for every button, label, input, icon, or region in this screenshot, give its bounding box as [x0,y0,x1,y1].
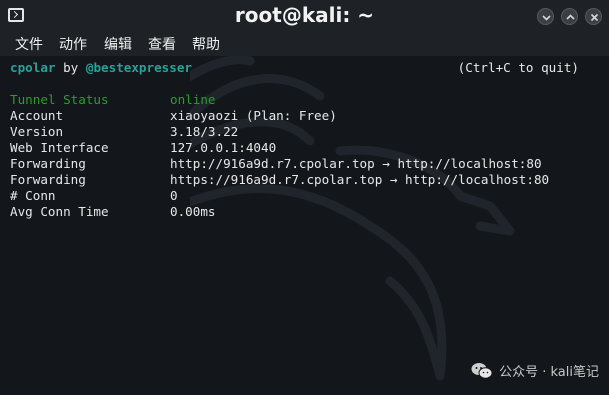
row-value: 0.00ms [170,204,216,219]
author-handle: @bestexpresser [85,60,193,75]
kali-dragon-watermark-icon [190,56,515,381]
row-value: 0 [170,188,178,203]
wechat-icon [471,362,493,379]
close-button[interactable] [585,8,602,25]
menu-view[interactable]: 查看 [148,34,176,54]
row-value: http://916a9d.r7.cpolar.top → http://loc… [170,156,542,171]
maximize-button[interactable] [561,8,578,25]
chevron-down-icon [542,15,551,21]
row-value: 127.0.0.1:4040 [170,140,277,155]
menu-help[interactable]: 帮助 [192,34,220,54]
menu-bar: 文件 动作 编辑 查看 帮助 [0,32,609,56]
row-label: Forwarding [10,156,86,171]
tunnel-status-value: online [170,92,216,107]
header-line: cpolar by @bestexpresser [10,60,192,75]
by-text: by [63,60,79,75]
quit-hint: (Ctrl+C to quit) [457,60,579,75]
row-label: # Conn [10,188,56,203]
close-icon [590,13,599,22]
row-value: xiaoyaozi (Plan: Free) [170,108,337,123]
row-value: https://916a9d.r7.cpolar.top → http://lo… [170,172,550,187]
title-bar: root@kali: ~ [0,0,609,32]
app-name: cpolar [10,60,56,75]
row-label: Web Interface [10,140,109,155]
menu-file[interactable]: 文件 [15,34,43,54]
row-value: 3.18/3.22 [170,124,239,139]
menu-action[interactable]: 动作 [59,34,87,54]
minimize-button[interactable] [537,8,554,25]
row-label: Forwarding [10,172,86,187]
watermark-text: 公众号 · kali笔记 [499,365,599,380]
row-label: Version [10,124,64,139]
row-label: Account [10,108,64,123]
row-label: Avg Conn Time [10,204,109,219]
wechat-watermark: 公众号 · kali笔记 [471,361,599,380]
tunnel-status-label: Tunnel Status [10,92,109,107]
menu-edit[interactable]: 编辑 [104,34,132,54]
terminal-window: root@kali: ~ 文件 动作 编辑 查看 帮助 cpolar by @b… [0,0,609,395]
window-title: root@kali: ~ [234,3,375,27]
chevron-up-icon [566,14,575,20]
